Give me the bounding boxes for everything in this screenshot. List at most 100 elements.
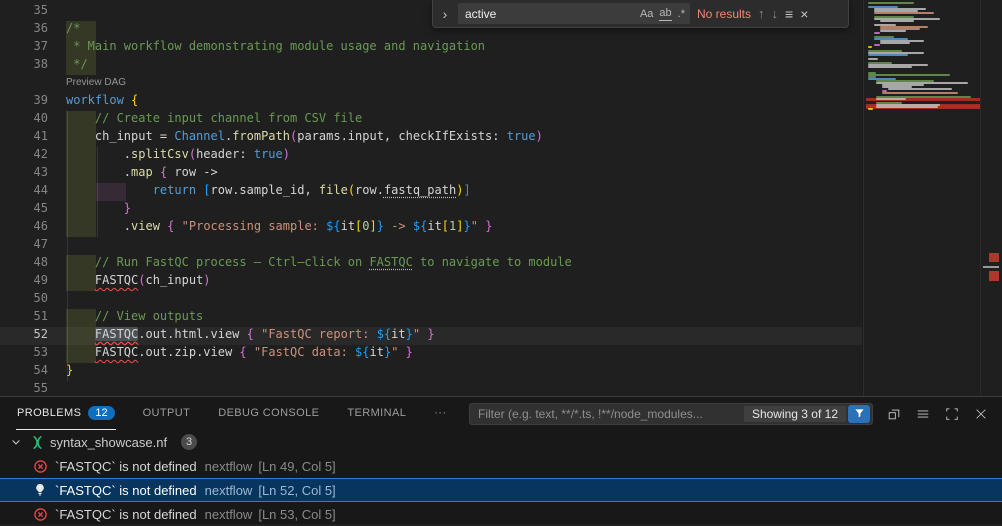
code-token: (: [348, 183, 355, 197]
bottom-panel: PROBLEMS12 OUTPUT DEBUG CONSOLE TERMINAL ···…: [0, 396, 1002, 524]
code-line[interactable]: 40 // Create input channel from CSV file: [0, 111, 862, 129]
find-input-box[interactable]: Aa ab .*: [458, 3, 690, 24]
line-number[interactable]: 42: [0, 147, 66, 165]
code-line[interactable]: 38 */: [0, 57, 862, 75]
tab-problems[interactable]: PROBLEMS12: [16, 397, 116, 430]
line-number[interactable]: 49: [0, 273, 66, 291]
code-line[interactable]: 52 FASTQC.out.html.view { "FastQC report…: [0, 327, 862, 345]
overview-ruler[interactable]: [980, 0, 1002, 396]
code-lines[interactable]: 3536/*37 * Main workflow demonstrating m…: [0, 3, 862, 396]
tab-debug-console[interactable]: DEBUG CONSOLE: [217, 397, 320, 430]
line-number[interactable]: 40: [0, 111, 66, 129]
problems-file-row[interactable]: syntax_showcase.nf 3: [0, 430, 1002, 454]
regex-icon[interactable]: .*: [678, 7, 685, 21]
code-line[interactable]: 42 .splitCsv(header: true): [0, 147, 862, 165]
problem-source: nextflow: [205, 483, 253, 498]
line-number[interactable]: 51: [0, 309, 66, 327]
view-as-table-icon[interactable]: [916, 407, 930, 421]
minimap-line: [874, 12, 934, 14]
problem-row[interactable]: `FASTQC` is not definednextflow[Ln 52, C…: [0, 478, 1002, 502]
code-line[interactable]: 55: [0, 381, 862, 396]
match-case-icon[interactable]: Aa: [640, 7, 653, 21]
problem-row[interactable]: `FASTQC` is not definednextflow[Ln 53, C…: [0, 502, 1002, 526]
line-content: FASTQC.out.html.view { "FastQC report: $…: [66, 327, 435, 345]
code-line[interactable]: 37 * Main workflow demonstrating module …: [0, 39, 862, 57]
maximize-panel-icon[interactable]: [945, 407, 959, 421]
code-line[interactable]: 54}: [0, 363, 862, 381]
code-line[interactable]: 45 }: [0, 201, 862, 219]
code-line[interactable]: 48 // Run FastQC process – Ctrl–click on…: [0, 255, 862, 273]
code-token: [66, 183, 153, 197]
tab-output[interactable]: OUTPUT: [142, 397, 192, 430]
problem-message: `FASTQC` is not defined: [55, 459, 197, 474]
code-line[interactable]: 46 .view { "Processing sample: ${it[0]} …: [0, 219, 862, 237]
code-token: header:: [196, 147, 254, 161]
line-number[interactable]: 39: [0, 93, 66, 111]
panel-tabs: PROBLEMS12 OUTPUT DEBUG CONSOLE TERMINAL ···: [16, 397, 447, 430]
line-number[interactable]: 36: [0, 21, 66, 39]
code-line[interactable]: 51 // View outputs: [0, 309, 862, 327]
problem-row[interactable]: `FASTQC` is not definednextflow[Ln 49, C…: [0, 454, 1002, 478]
code-token: .out.html.view: [138, 327, 246, 341]
close-panel-icon[interactable]: [974, 407, 988, 421]
error-icon: [32, 506, 48, 522]
code-token: // Run FastQC process – Ctrl–click on: [95, 255, 370, 269]
line-number[interactable]: 35: [0, 3, 66, 21]
codelens-row[interactable]: Preview DAG: [0, 75, 862, 93]
line-number[interactable]: 44: [0, 183, 66, 201]
problems-filter-input[interactable]: [478, 407, 742, 421]
chevron-down-icon[interactable]: [8, 434, 24, 450]
line-content: FASTQC.out.zip.view { "FastQC data: ${it…: [66, 345, 413, 363]
line-number[interactable]: 50: [0, 291, 66, 309]
collapse-all-icon[interactable]: [887, 407, 901, 421]
code-line[interactable]: 39workflow {: [0, 93, 862, 111]
find-input[interactable]: [465, 7, 634, 21]
code-line[interactable]: 49 FASTQC(ch_input): [0, 273, 862, 291]
line-number[interactable]: 45: [0, 201, 66, 219]
code-token: ch_input: [146, 273, 204, 287]
whole-word-icon[interactable]: ab: [659, 6, 671, 21]
toggle-replace-icon[interactable]: ›: [439, 6, 451, 22]
find-in-selection-icon[interactable]: ≡: [785, 6, 793, 22]
problem-source: nextflow: [205, 507, 253, 522]
code-token: .: [66, 147, 131, 161]
code-line[interactable]: 53 FASTQC.out.zip.view { "FastQC data: $…: [0, 345, 862, 363]
find-close-icon[interactable]: ×: [800, 6, 808, 22]
code-editor[interactable]: 3536/*37 * Main workflow demonstrating m…: [0, 0, 1002, 396]
code-token: map: [131, 165, 153, 179]
code-token: // Create input channel from CSV file: [95, 111, 362, 125]
line-number[interactable]: 47: [0, 237, 66, 255]
line-number[interactable]: 38: [0, 57, 66, 75]
line-number[interactable]: 48: [0, 255, 66, 273]
code-line[interactable]: 47: [0, 237, 862, 255]
code-line[interactable]: 41 ch_input = Channel.fromPath(params.in…: [0, 129, 862, 147]
code-line[interactable]: 44 return [row.sample_id, file(row.fastq…: [0, 183, 862, 201]
minimap-line: [882, 92, 958, 94]
code-token: ${: [377, 327, 391, 341]
problems-filter[interactable]: Showing 3 of 12: [469, 403, 873, 425]
code-line[interactable]: 43 .map { row ->: [0, 165, 862, 183]
code-token: fastq_path: [384, 183, 456, 197]
find-previous-icon[interactable]: ↑: [758, 6, 765, 21]
line-number[interactable]: [0, 75, 66, 93]
code-token: [66, 345, 95, 359]
line-number[interactable]: 41: [0, 129, 66, 147]
line-number[interactable]: 55: [0, 381, 66, 396]
code-token: Channel: [174, 129, 225, 143]
line-number[interactable]: 52: [0, 327, 66, 345]
lightbulb-icon[interactable]: [32, 482, 48, 498]
code-line[interactable]: 50: [0, 291, 862, 309]
code-token: [66, 201, 124, 215]
minimap[interactable]: [866, 0, 980, 396]
tab--[interactable]: ···: [433, 397, 447, 430]
line-number[interactable]: 46: [0, 219, 66, 237]
tab-terminal[interactable]: TERMINAL: [346, 397, 407, 430]
line-number[interactable]: 37: [0, 39, 66, 57]
find-next-icon[interactable]: ↓: [772, 6, 779, 21]
problem-message: `FASTQC` is not defined: [55, 483, 197, 498]
line-number[interactable]: 53: [0, 345, 66, 363]
ruler-cursor-mark: [983, 266, 999, 268]
filter-funnel-icon[interactable]: [848, 405, 870, 423]
line-number[interactable]: 43: [0, 165, 66, 183]
line-number[interactable]: 54: [0, 363, 66, 381]
